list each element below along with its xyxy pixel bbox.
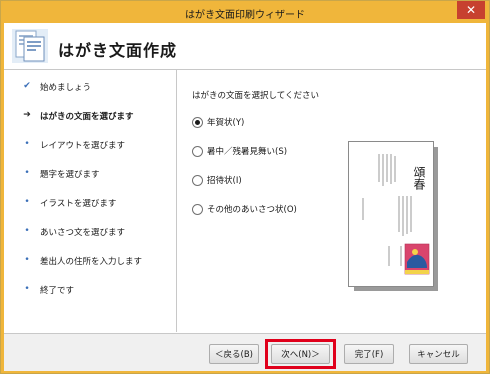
wizard-window: はがき文面印刷ウィザード ✕ はがき文面作成 ✔ 始めましょう ➔ はがきの文面… (0, 0, 490, 374)
step-list: ✔ 始めましょう ➔ はがきの文面を選びます • レイアウトを選びます • 題字… (4, 70, 177, 332)
step-label: あいさつ文を選びます (40, 228, 126, 238)
window-title: はがき文面印刷ウィザード (185, 10, 305, 21)
back-button[interactable]: ＜戻る(B) (209, 344, 259, 364)
button-bar: ＜戻る(B) 次へ(N)＞ 完了(F) キャンセル (4, 333, 486, 371)
radio-button[interactable] (192, 203, 203, 215)
wizard-body: はがき文面作成 ✔ 始めましょう ➔ はがきの文面を選びます • レイアウトを選… (4, 23, 486, 371)
main-panel: はがきの文面を選択してください 年賀状(Y) 暑中／残暑見舞い(S) 招待状(I… (178, 70, 486, 332)
instruction-text: はがきの文面を選択してください (192, 91, 319, 101)
current-step-arrow-icon: ➔ (23, 110, 31, 120)
step-item: • 終了です (4, 281, 176, 299)
step-done-icon: ✔ (23, 81, 31, 91)
step-item: • イラストを選びます (4, 194, 176, 212)
radio-label[interactable]: 暑中／残暑見舞い(S) (207, 147, 287, 157)
step-label: 終了です (40, 286, 75, 296)
radio-invitation[interactable]: 招待状(I) (192, 174, 242, 188)
radio-shochu[interactable]: 暑中／残暑見舞い(S) (192, 145, 287, 159)
radio-nenga[interactable]: 年賀状(Y) (192, 116, 244, 130)
step-label: レイアウトを選びます (40, 141, 126, 151)
step-label: 題字を選びます (40, 170, 100, 180)
step-label: イラストを選びます (40, 199, 117, 209)
title-bar[interactable]: はがき文面印刷ウィザード ✕ (1, 1, 489, 23)
close-button[interactable]: ✕ (457, 1, 485, 19)
bullet-icon: • (24, 197, 30, 207)
radio-label[interactable]: 招待状(I) (207, 176, 242, 186)
bullet-icon: • (24, 168, 30, 178)
finish-button[interactable]: 完了(F) (344, 344, 394, 364)
preview-greeting-text: 頌春 (412, 166, 426, 191)
postcard-document-icon (12, 29, 48, 63)
radio-button[interactable] (192, 174, 203, 186)
radio-button-selected[interactable] (192, 116, 203, 128)
bullet-icon: • (24, 284, 30, 294)
bullet-icon: • (24, 226, 30, 236)
radio-button[interactable] (192, 145, 203, 157)
bullet-icon: • (24, 139, 30, 149)
radio-label[interactable]: その他のあいさつ状(O) (207, 205, 297, 215)
step-label: 始めましょう (40, 83, 92, 93)
bullet-icon: • (24, 255, 30, 265)
step-label: はがきの文面を選びます (40, 112, 134, 122)
radio-label[interactable]: 年賀状(Y) (207, 118, 244, 128)
wizard-header: はがき文面作成 (4, 23, 486, 70)
page-title: はがき文面作成 (58, 41, 178, 60)
cancel-button[interactable]: キャンセル (409, 344, 468, 364)
step-item: • レイアウトを選びます (4, 136, 176, 154)
next-button-highlight (265, 339, 336, 369)
step-item: ✔ 始めましょう (4, 78, 176, 96)
step-item: • 題字を選びます (4, 165, 176, 183)
step-item: • あいさつ文を選びます (4, 223, 176, 241)
radio-other[interactable]: その他のあいさつ状(O) (192, 203, 297, 217)
postcard-preview: 頌春 (348, 141, 434, 287)
step-item: • 差出人の住所を入力します (4, 252, 176, 270)
step-label: 差出人の住所を入力します (40, 257, 143, 267)
step-item-current: ➔ はがきの文面を選びます (4, 107, 176, 125)
postcard-preview-illustration: 頌春 (362, 154, 430, 275)
